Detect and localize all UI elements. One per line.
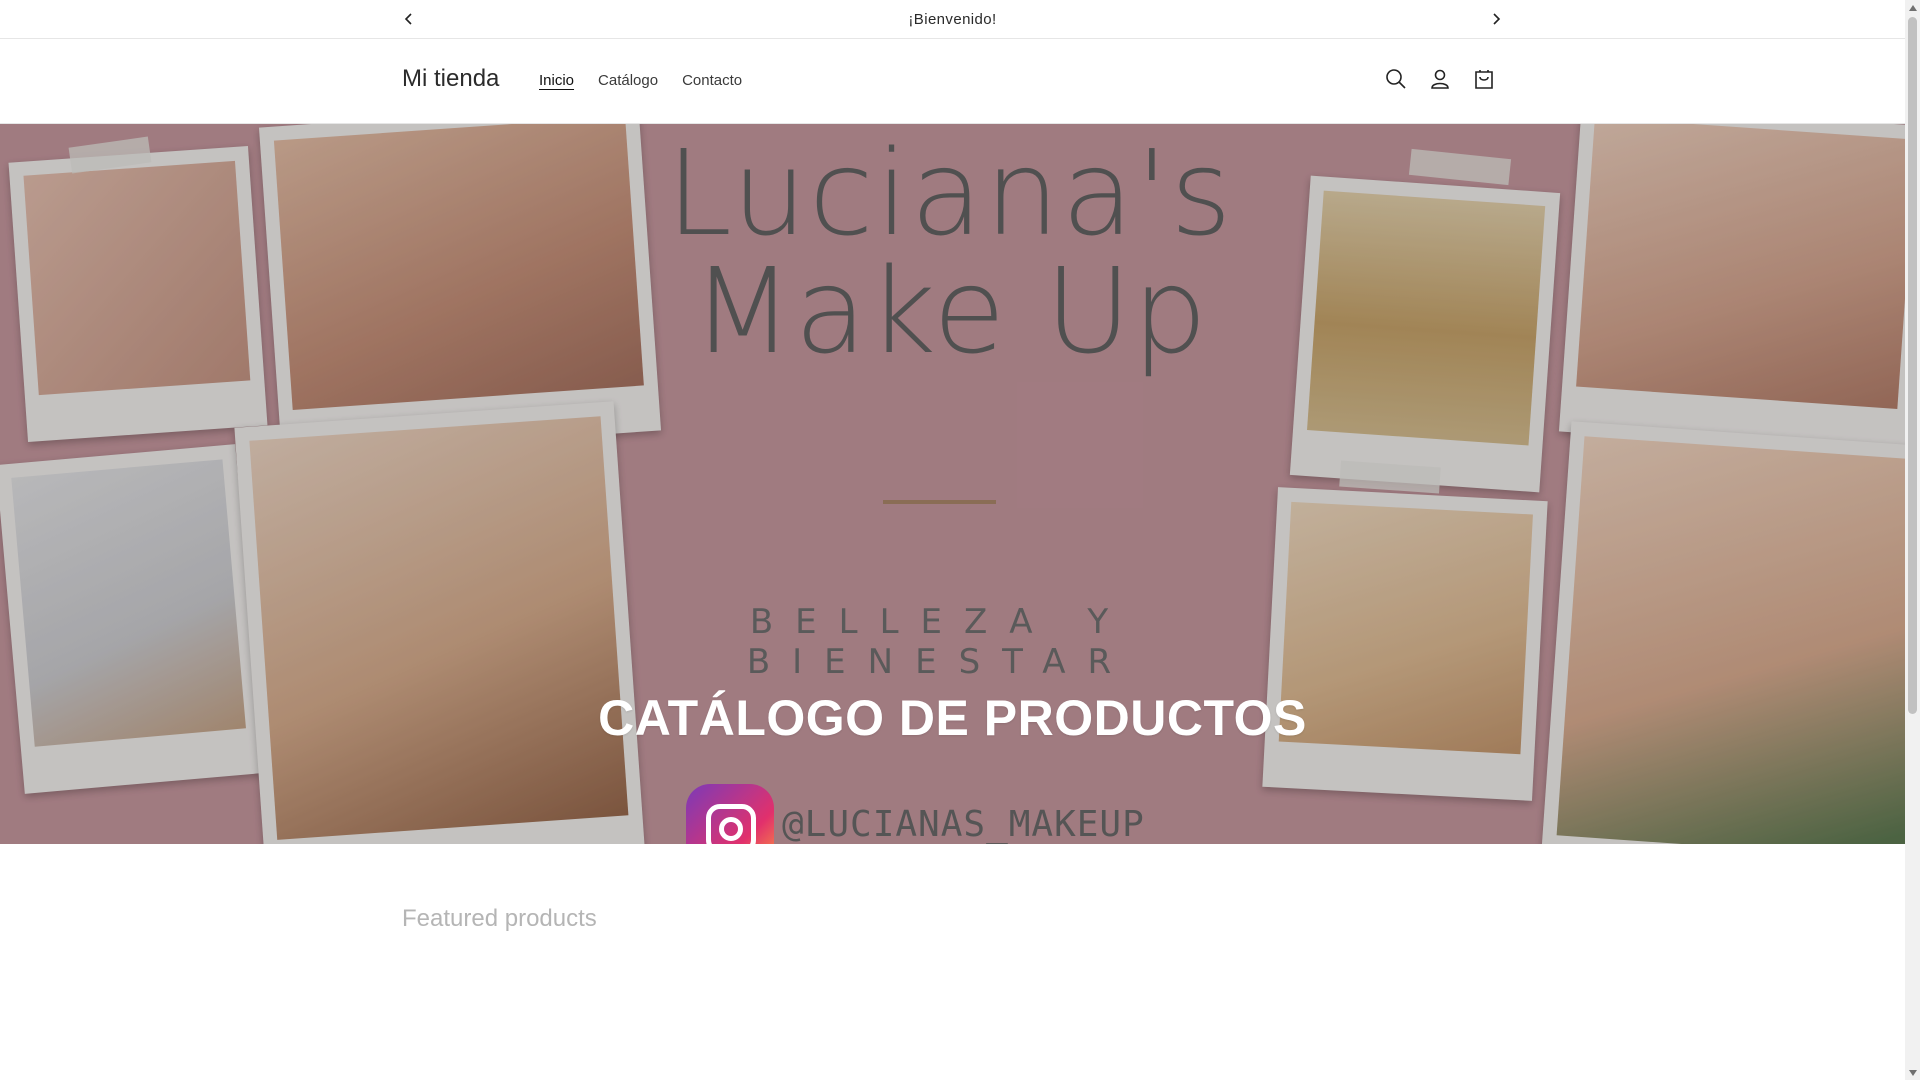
search-button[interactable] (1378, 61, 1414, 97)
instagram-handle: @LUCIANAS_MAKEUP (782, 804, 1145, 844)
nav-item-contacto[interactable]: Contacto (670, 72, 754, 89)
scrollbar-thumb[interactable] (1908, 17, 1917, 714)
announcement-bar: ¡Bienvenido! (0, 0, 1905, 39)
announcement-prev-button[interactable] (396, 6, 422, 32)
instagram-icon (686, 784, 774, 844)
hero-brand-line2: Make Up (691, 242, 1209, 380)
store-logo[interactable]: Mi tienda (402, 65, 499, 93)
announcement-next-button[interactable] (1483, 6, 1509, 32)
page: ¡Bienvenido! Mi tienda Inicio Catálogo C… (0, 0, 1905, 1080)
nav-item-inicio[interactable]: Inicio (527, 72, 586, 89)
hero-title: CATÁLOGO DE PRODUCTOS (598, 690, 1307, 746)
account-icon (1431, 69, 1449, 89)
cart-button[interactable] (1466, 61, 1502, 97)
hero-divider (883, 500, 996, 504)
chevron-left-icon (404, 13, 412, 25)
hero-brand: Luciana's Make Up (640, 134, 1260, 370)
header-icons (1378, 61, 1502, 97)
nav-item-catalogo[interactable]: Catálogo (586, 72, 670, 89)
hero-tagline: BELLEZA Y BIENESTAR (746, 602, 1134, 682)
triangle-down-icon (1908, 1069, 1917, 1076)
scroll-up-button[interactable] (1905, 0, 1920, 15)
account-button[interactable] (1422, 61, 1458, 97)
chevron-right-icon (1493, 13, 1501, 25)
featured-products-heading: Featured products (402, 905, 597, 932)
announcement-text: ¡Bienvenido! (908, 10, 997, 28)
hero-banner[interactable]: Luciana's Make Up BELLEZA Y BIENESTAR CA… (0, 124, 1905, 844)
main-nav: Inicio Catálogo Contacto (527, 72, 754, 89)
hero-brand-line1: Luciana's (666, 124, 1234, 262)
scroll-down-button[interactable] (1905, 1065, 1920, 1080)
triangle-up-icon (1908, 4, 1917, 11)
page-scrollbar[interactable] (1905, 0, 1920, 1080)
site-header: Mi tienda Inicio Catálogo Contacto (0, 39, 1905, 124)
cart-icon (1475, 70, 1493, 89)
search-icon (1386, 69, 1406, 89)
